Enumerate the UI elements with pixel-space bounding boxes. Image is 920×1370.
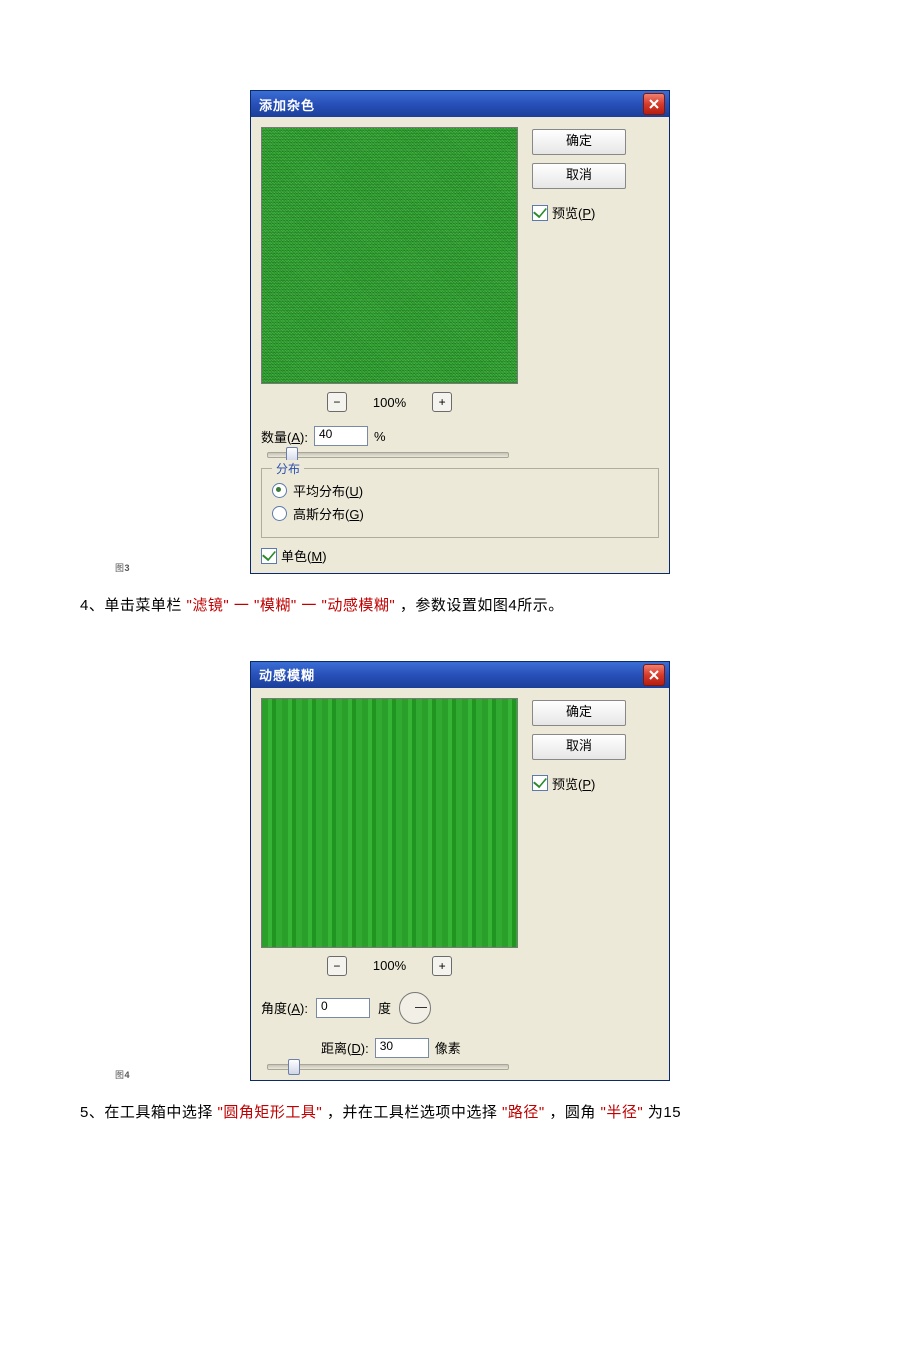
noise-preview[interactable] (261, 127, 518, 384)
motion-blur-body: − 100% + 确定 取消 预览(P) 角度(A): 0 度 (251, 688, 669, 1080)
p4-sep1: 一 (234, 597, 250, 614)
motion-preview[interactable] (261, 698, 518, 948)
zoom-value: 100% (373, 958, 406, 973)
ok-button[interactable]: 确定 (532, 129, 626, 155)
p5-suffix: 为15 (648, 1104, 681, 1121)
paragraph-5: 5、在工具箱中选择 "圆角矩形工具" ，并在工具栏选项中选择 "路径" ，圆角 … (80, 1099, 840, 1128)
zoom-in-button[interactable]: + (432, 392, 452, 412)
figure-4-wrap: 图4 动感模糊 − 100% + (250, 661, 670, 1081)
p4-prefix: 4、单击菜单栏 (80, 597, 182, 614)
p4-sep2: 一 (301, 597, 317, 614)
add-noise-dialog: 添加杂色 − 100% + 确定 (250, 90, 670, 574)
figure-3-label: 图3 (115, 561, 130, 574)
motion-blur-titlebar[interactable]: 动感模糊 (251, 662, 669, 688)
distance-row: 距离(D): 30 像素 (321, 1038, 659, 1058)
paragraph-4: 4、单击菜单栏 "滤镜" 一 "模糊" 一 "动感模糊" ，参数设置如图4所示。 (80, 592, 840, 621)
dist-gaussian-row[interactable]: 高斯分布(G) (272, 504, 648, 523)
preview-checkbox[interactable] (532, 775, 548, 791)
p4-q1: "滤镜" (187, 597, 230, 614)
noise-preview-fill (262, 128, 517, 383)
preview-checkbox-row[interactable]: 预览(P) (532, 203, 595, 222)
close-button[interactable] (643, 664, 665, 686)
distance-slider[interactable] (267, 1064, 509, 1070)
p4-suffix: ，参数设置如图4所示。 (400, 597, 564, 614)
ok-button[interactable]: 确定 (532, 700, 626, 726)
preview-checkbox-label: 预览(P) (552, 203, 595, 222)
preview-checkbox[interactable] (532, 205, 548, 221)
angle-unit: 度 (378, 998, 391, 1017)
zoom-in-button[interactable]: + (432, 956, 452, 976)
dist-uniform-row[interactable]: 平均分布(U) (272, 481, 648, 500)
p5-q3: "半径" (601, 1104, 644, 1121)
dist-uniform-radio[interactable] (272, 483, 287, 498)
angle-input[interactable]: 0 (316, 998, 370, 1018)
preview-checkbox-label: 预览(P) (552, 774, 595, 793)
p5-mid1: ，并在工具栏选项中选择 (327, 1104, 498, 1121)
distance-label: 距离(D): (321, 1038, 369, 1057)
amount-row: 数量(A): 40 % (261, 426, 659, 446)
angle-row: 角度(A): 0 度 (261, 992, 659, 1024)
p5-mid2: ，圆角 (549, 1104, 596, 1121)
fig4-label-num: 4 (125, 1070, 131, 1080)
mono-checkbox[interactable] (261, 548, 277, 564)
motion-blur-dialog: 动感模糊 − 100% + 确定 (250, 661, 670, 1081)
amount-label: 数量(A): (261, 427, 308, 446)
distance-slider-thumb[interactable] (288, 1059, 300, 1075)
dist-gaussian-label: 高斯分布(G) (293, 504, 364, 523)
distribution-group: 分布 平均分布(U) 高斯分布(G) (261, 468, 659, 538)
add-noise-body: − 100% + 确定 取消 预览(P) 数量(A): 40 % (251, 117, 669, 573)
distribution-legend: 分布 (272, 460, 304, 477)
zoom-value: 100% (373, 395, 406, 410)
motion-blur-title: 动感模糊 (259, 665, 315, 684)
mono-row[interactable]: 单色(M) (261, 546, 659, 565)
distance-unit: 像素 (435, 1038, 461, 1057)
zoom-out-button[interactable]: − (327, 956, 347, 976)
figure-4-label: 图4 (115, 1068, 130, 1081)
cancel-button[interactable]: 取消 (532, 734, 626, 760)
p5-prefix: 5、在工具箱中选择 (80, 1104, 213, 1121)
p5-q2: "路径" (502, 1104, 545, 1121)
amount-slider[interactable] (267, 452, 509, 458)
add-noise-titlebar[interactable]: 添加杂色 (251, 91, 669, 117)
fig3-label-num: 3 (125, 563, 131, 573)
dist-uniform-label: 平均分布(U) (293, 481, 363, 500)
mono-label: 单色(M) (281, 546, 327, 565)
dist-gaussian-radio[interactable] (272, 506, 287, 521)
angle-label: 角度(A): (261, 998, 308, 1017)
amount-input[interactable]: 40 (314, 426, 368, 446)
fig3-label-prefix: 图 (115, 563, 125, 573)
figure-3-wrap: 图3 添加杂色 − 100% + (250, 90, 670, 574)
motion-preview-fill (262, 699, 517, 947)
angle-dial[interactable] (399, 992, 431, 1024)
add-noise-title: 添加杂色 (259, 95, 315, 114)
preview-checkbox-row[interactable]: 预览(P) (532, 774, 595, 793)
fig4-label-prefix: 图 (115, 1070, 125, 1080)
p5-q1: "圆角矩形工具" (218, 1104, 323, 1121)
zoom-out-button[interactable]: − (327, 392, 347, 412)
p4-q2: "模糊" (254, 597, 297, 614)
distance-input[interactable]: 30 (375, 1038, 429, 1058)
amount-unit: % (374, 429, 386, 444)
cancel-button[interactable]: 取消 (532, 163, 626, 189)
close-button[interactable] (643, 93, 665, 115)
p4-q3: "动感模糊" (322, 597, 396, 614)
